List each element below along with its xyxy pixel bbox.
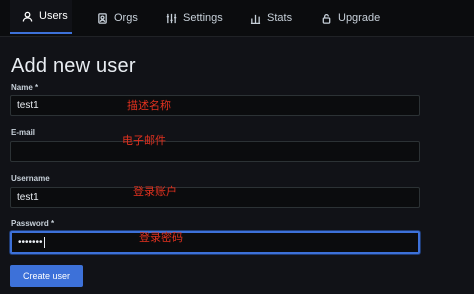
user-icon (22, 11, 33, 22)
password-label: Password * (11, 219, 55, 228)
tab-settings[interactable]: Settings (166, 0, 223, 36)
bar-chart-icon (250, 14, 261, 24)
sliders-icon (166, 13, 177, 23)
username-label: Username (11, 174, 50, 183)
password-annotation: 登录密码 (139, 231, 183, 244)
text-caret (43, 237, 45, 248)
tab-users-label: Users (39, 10, 68, 22)
email-label: E-mail (11, 128, 36, 137)
tab-users[interactable]: Users (10, 0, 72, 34)
name-value: test1 (17, 100, 39, 111)
lock-icon (322, 13, 331, 24)
tab-stats[interactable]: Stats (250, 0, 292, 36)
tab-orgs[interactable]: Orgs (97, 0, 138, 36)
password-field[interactable]: ••••••• (10, 231, 420, 254)
email-annotation: 电子邮件 (122, 134, 166, 147)
tab-orgs-label: Orgs (114, 12, 138, 24)
tab-upgrade[interactable]: Upgrade (321, 0, 380, 36)
page-title: Add new user (11, 55, 136, 77)
top-tab-bar: Users Orgs Settings Stats Upgrade (0, 0, 474, 37)
tab-upgrade-label: Upgrade (338, 12, 381, 24)
username-annotation: 登录账户 (133, 185, 177, 198)
email-field[interactable] (10, 141, 420, 162)
tab-stats-label: Stats (267, 12, 293, 24)
orgs-icon (98, 12, 107, 24)
password-value: ••••••• (18, 237, 43, 248)
name-label: Name * (11, 83, 39, 92)
name-field[interactable]: test1 (10, 95, 420, 116)
name-annotation: 描述名称 (127, 99, 171, 112)
tab-settings-label: Settings (183, 12, 223, 24)
username-field[interactable]: test1 (10, 187, 420, 208)
username-value: test1 (17, 192, 39, 203)
create-user-button[interactable]: Create user (10, 265, 83, 287)
